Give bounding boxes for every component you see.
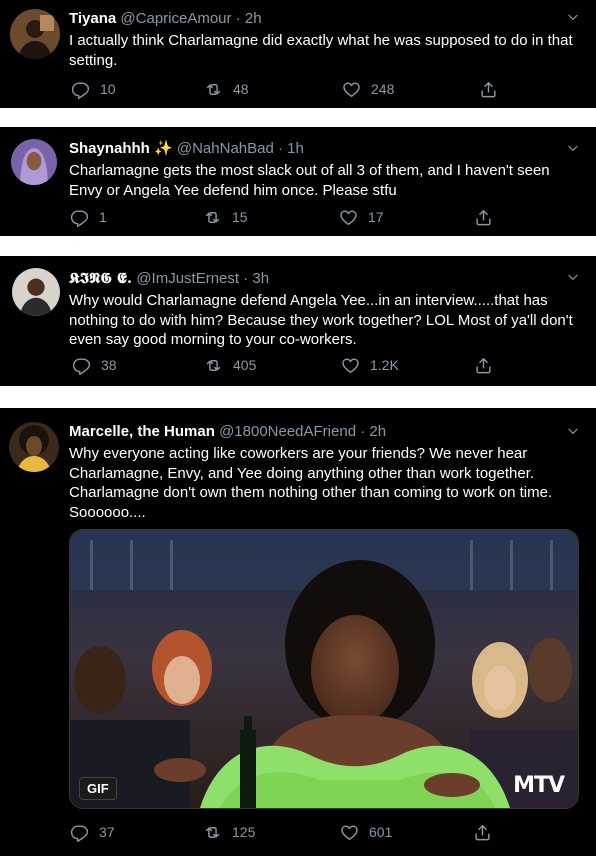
retweet-count: 405	[233, 357, 257, 373]
user-handle[interactable]: @CapriceAmour	[120, 10, 231, 27]
like-count: 248	[371, 81, 395, 97]
heart-icon	[341, 356, 360, 375]
display-name[interactable]: Tiyana	[69, 10, 116, 27]
chevron-down-icon[interactable]	[566, 424, 580, 438]
separator-dot: ·	[360, 423, 366, 440]
retweet-button[interactable]: 15	[203, 206, 248, 228]
like-button[interactable]: 601	[340, 821, 392, 843]
reply-icon	[72, 356, 91, 375]
retweet-icon	[204, 356, 223, 375]
share-icon	[473, 823, 492, 842]
gif-badge: GIF	[79, 777, 117, 800]
tweet-text: Why would Charlamagne defend Angela Yee.…	[69, 292, 573, 348]
reply-count: 1	[99, 209, 107, 225]
like-count: 17	[368, 209, 384, 225]
separator-dot: ·	[278, 140, 283, 157]
tweet-actions: 1 15 17	[69, 206, 596, 228]
gif-media[interactable]: GIF MTV	[69, 529, 579, 809]
tweet-card[interactable]: Marcelle, the Human @1800NeedAFriend · 2…	[0, 408, 596, 856]
tweet-actions: 38 405 1.2K	[69, 354, 596, 376]
retweet-button[interactable]: 125	[203, 821, 255, 843]
reply-count: 38	[101, 357, 117, 373]
share-button[interactable]	[479, 78, 508, 100]
tweet-card[interactable]: Tiyana @CapriceAmour · 2h I actually thi…	[0, 0, 596, 108]
share-icon	[479, 80, 498, 99]
retweet-icon	[203, 208, 222, 227]
like-count: 1.2K	[370, 357, 399, 373]
tweet-card[interactable]: Shaynahhh ✨ @NahNahBad · 1h Charlamagne …	[0, 127, 596, 236]
gif-image	[70, 530, 578, 808]
retweet-icon	[204, 80, 223, 99]
tweet-header: 𝕶𝕴𝕹𝕲 𝕰. @ImJustErnest · 3h	[69, 268, 556, 289]
retweet-count: 125	[232, 824, 256, 840]
reply-icon	[70, 823, 89, 842]
chevron-down-icon[interactable]	[566, 10, 580, 24]
reply-button[interactable]: 10	[71, 78, 116, 100]
heart-icon	[342, 80, 361, 99]
tweet-actions: 37 125 601	[69, 821, 596, 843]
avatar[interactable]	[10, 9, 60, 59]
user-handle[interactable]: @ImJustErnest	[136, 270, 239, 287]
separator-dot: ·	[243, 270, 249, 287]
retweet-count: 15	[232, 209, 248, 225]
share-icon	[474, 208, 493, 227]
avatar[interactable]	[11, 139, 57, 185]
mtv-logo: MTV	[513, 773, 565, 798]
like-button[interactable]: 248	[342, 78, 394, 100]
timestamp[interactable]: 1h	[287, 140, 304, 157]
display-name[interactable]: Marcelle, the Human	[69, 423, 215, 440]
timestamp[interactable]: 2h	[245, 10, 262, 27]
reply-count: 10	[100, 81, 116, 97]
reply-button[interactable]: 1	[70, 206, 107, 228]
timestamp[interactable]: 2h	[369, 423, 386, 440]
like-button[interactable]: 1.2K	[341, 354, 399, 376]
like-count: 601	[369, 824, 393, 840]
heart-icon	[340, 823, 359, 842]
tweet-header: Marcelle, the Human @1800NeedAFriend · 2…	[69, 422, 556, 442]
user-handle[interactable]: @1800NeedAFriend	[219, 423, 356, 440]
tweet-text: I actually think Charlamagne did exactly…	[69, 32, 573, 69]
avatar[interactable]	[12, 268, 60, 316]
tweet-text: Why everyone acting like coworkers are y…	[69, 445, 553, 521]
avatar[interactable]	[9, 422, 59, 472]
tweet-actions: 10 48 248	[69, 78, 596, 100]
reply-button[interactable]: 38	[72, 354, 117, 376]
share-icon	[474, 356, 493, 375]
heart-icon	[339, 208, 358, 227]
reply-icon	[71, 80, 90, 99]
display-name[interactable]: Shaynahhh ✨	[69, 140, 173, 157]
user-handle[interactable]: @NahNahBad	[177, 140, 274, 157]
retweet-count: 48	[233, 81, 249, 97]
share-button[interactable]	[474, 206, 503, 228]
reply-icon	[70, 208, 89, 227]
reply-count: 37	[99, 824, 115, 840]
tweet-card[interactable]: 𝕶𝕴𝕹𝕲 𝕰. @ImJustErnest · 3h Why would Cha…	[0, 256, 596, 386]
chevron-down-icon[interactable]	[566, 270, 580, 284]
share-button[interactable]	[474, 354, 503, 376]
tweet-header: Shaynahhh ✨ @NahNahBad · 1h	[69, 139, 556, 159]
timestamp[interactable]: 3h	[252, 270, 269, 287]
tweet-text: Charlamagne gets the most slack out of a…	[69, 162, 550, 199]
display-name[interactable]: 𝕶𝕴𝕹𝕲 𝕰.	[69, 269, 132, 287]
chevron-down-icon[interactable]	[566, 141, 580, 155]
share-button[interactable]	[473, 821, 502, 843]
retweet-icon	[203, 823, 222, 842]
reply-button[interactable]: 37	[70, 821, 115, 843]
retweet-button[interactable]: 405	[204, 354, 256, 376]
separator-dot: ·	[235, 10, 241, 27]
retweet-button[interactable]: 48	[204, 78, 249, 100]
like-button[interactable]: 17	[339, 206, 384, 228]
tweet-header: Tiyana @CapriceAmour · 2h	[69, 9, 556, 29]
